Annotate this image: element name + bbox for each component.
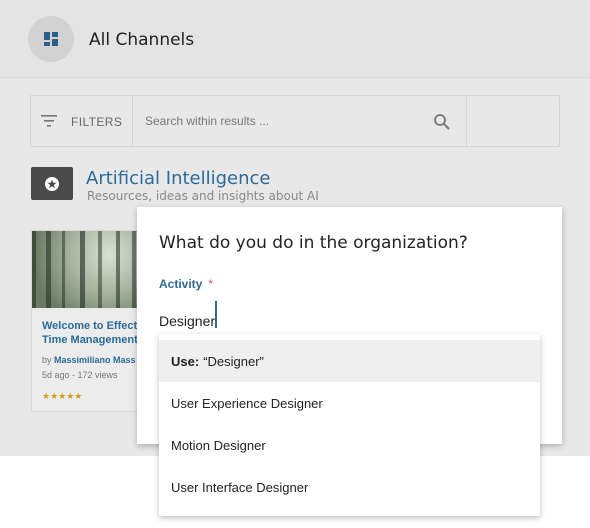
activity-label-text: Activity [159,277,203,291]
filters-button[interactable]: FILTERS [31,96,133,146]
card-byline: by Massimiliano Mass [42,355,136,365]
required-mark: * [208,277,214,291]
screen: All Channels FILTERS Search within resul… [0,0,590,528]
channel-star-icon [31,167,73,200]
card-title-line2: Time Management [42,334,138,346]
option-user-experience-designer[interactable]: User Experience Designer [159,382,540,424]
card-author[interactable]: Massimiliano Mass [54,355,136,365]
text-caret [215,301,217,328]
card-title-line1: Welcome to Effecti [42,320,141,332]
rating-stars: ★★★★★ [42,391,83,401]
card-by-prefix: by [42,355,52,365]
grid-icon[interactable] [28,16,74,62]
search-icon[interactable] [433,113,451,131]
option-motion-designer[interactable]: Motion Designer [159,424,540,466]
card-title[interactable]: Welcome to Effecti Time Management [42,319,141,347]
channel-title[interactable]: Artificial Intelligence [86,168,271,189]
app-header: All Channels [0,0,590,78]
filter-icon [41,115,57,127]
dialog-title: What do you do in the organization? [159,233,468,253]
channel-subtitle: Resources, ideas and insights about AI [87,189,319,203]
filter-bar-divider [466,96,467,146]
filter-bar: FILTERS [30,95,560,147]
use-prefix: Use: [171,353,200,369]
filters-label: FILTERS [71,115,123,129]
activity-label: Activity * [159,277,213,291]
page-title: All Channels [89,30,195,50]
content-card[interactable]: Welcome to Effecti Time Management by Ma… [31,230,141,412]
card-meta: 5d ago - 172 views [42,370,118,380]
option-use-typed[interactable]: Use: “Designer” [159,340,540,382]
card-thumbnail[interactable] [32,231,140,308]
use-value: “Designer” [203,353,264,369]
search-input[interactable] [145,110,415,132]
suggestion-dropdown: Use: “Designer” User Experience Designer… [159,334,540,516]
option-user-interface-designer[interactable]: User Interface Designer [159,466,540,508]
